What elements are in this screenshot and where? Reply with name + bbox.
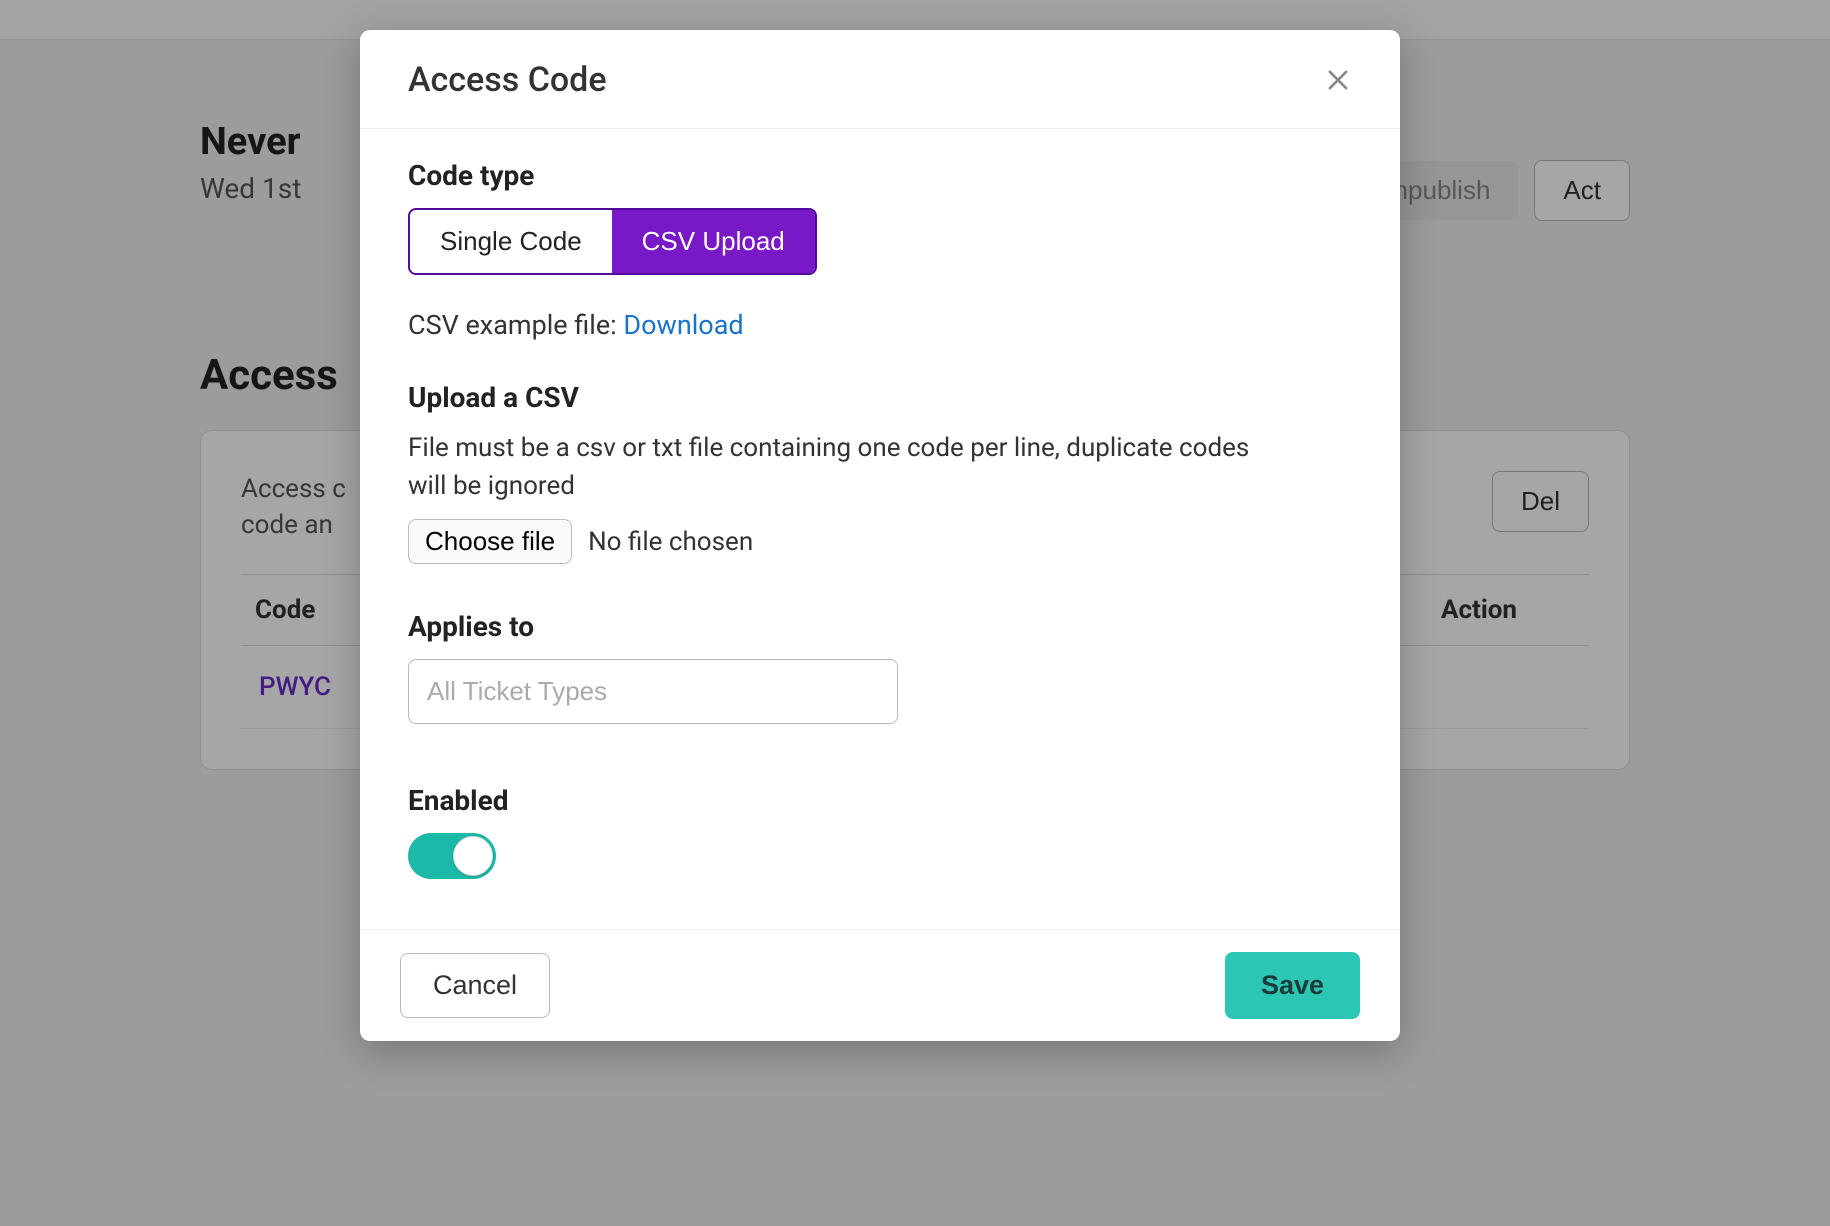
save-button[interactable]: Save (1225, 952, 1360, 1019)
csv-example-row: CSV example file: Download (408, 309, 1352, 341)
access-code-modal: Access Code Code type Single Code CSV Up… (360, 30, 1400, 1041)
seg-single-code[interactable]: Single Code (410, 210, 612, 273)
modal-title: Access Code (408, 60, 607, 100)
applies-to-label: Applies to (408, 610, 1352, 643)
applies-to-input[interactable] (408, 659, 898, 724)
modal-body: Code type Single Code CSV Upload CSV exa… (360, 129, 1400, 929)
csv-download-link[interactable]: Download (623, 309, 743, 341)
seg-csv-upload[interactable]: CSV Upload (612, 210, 815, 273)
upload-description: File must be a csv or txt file containin… (408, 430, 1288, 505)
modal-footer: Cancel Save (360, 929, 1400, 1041)
choose-file-button[interactable]: Choose file (408, 519, 572, 564)
toggle-knob (453, 836, 493, 876)
enabled-toggle[interactable] (408, 833, 496, 879)
close-icon[interactable] (1324, 66, 1352, 94)
code-type-segmented: Single Code CSV Upload (408, 208, 817, 275)
modal-header: Access Code (360, 30, 1400, 129)
upload-csv-label: Upload a CSV (408, 381, 1352, 414)
file-input-row: Choose file No file chosen (408, 519, 1352, 564)
file-status-text: No file chosen (588, 527, 753, 557)
csv-example-label: CSV example file: (408, 309, 623, 341)
code-type-label: Code type (408, 159, 1352, 192)
enabled-label: Enabled (408, 784, 1352, 817)
cancel-button[interactable]: Cancel (400, 953, 550, 1018)
